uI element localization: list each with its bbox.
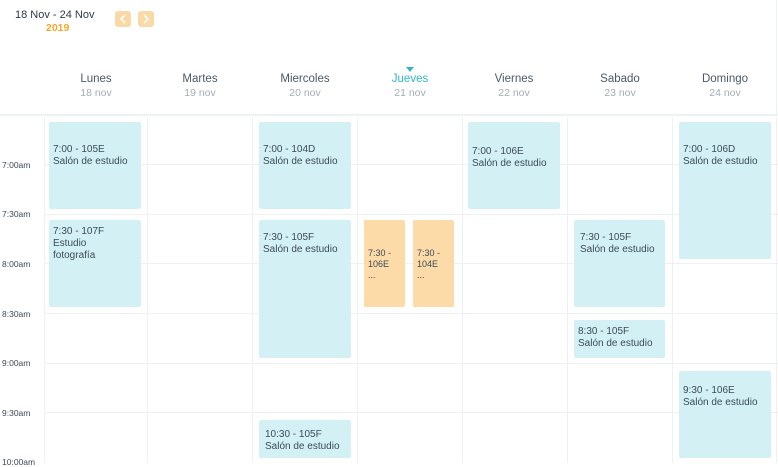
- grid-column-line: [776, 117, 777, 463]
- event-time-room: 10:30 - 105F: [265, 429, 322, 440]
- header-divider: [0, 114, 778, 117]
- time-label: 8:30am: [2, 309, 31, 319]
- day-header-jueves[interactable]: Jueves 21 nov: [357, 67, 463, 99]
- event-time: 7:30 -: [368, 248, 392, 258]
- grid-column-line: [357, 117, 358, 463]
- day-name: Jueves: [391, 73, 429, 85]
- time-label: 7:00am: [2, 160, 31, 170]
- day-name: Viernes: [494, 73, 534, 85]
- grid-line: [44, 412, 778, 413]
- grid-column-line: [44, 117, 45, 463]
- event-card-highlighted[interactable]: 7:30 - 104E ...: [413, 220, 454, 307]
- event-card[interactable]: 8:30 - 105F Salón de estudio: [574, 320, 665, 358]
- time-label: 9:00am: [2, 358, 31, 368]
- event-location: Salón de estudio: [53, 156, 128, 167]
- event-card[interactable]: 7:00 - 104D Salón de estudio: [259, 122, 351, 209]
- event-location: Salón de estudio: [580, 244, 655, 255]
- event-time-room: 7:30 - 105F: [263, 232, 315, 243]
- event-card[interactable]: 7:00 - 106E Salón de estudio: [468, 122, 560, 209]
- grid-line: [44, 263, 778, 264]
- event-card-highlighted[interactable]: 7:30 - 106E ...: [364, 220, 405, 307]
- day-date: 22 nov: [498, 87, 530, 99]
- day-header-sabado[interactable]: Sabado 23 nov: [567, 73, 673, 99]
- event-time-room: 7:30 - 107F: [53, 226, 105, 237]
- day-date: 20 nov: [289, 87, 321, 99]
- event-location: Salón de estudio: [578, 338, 653, 349]
- event-card[interactable]: 9:30 - 106E Salón de estudio: [679, 371, 771, 458]
- day-name: Lunes: [80, 73, 112, 85]
- event-time-room: 7:30 - 105F: [580, 232, 632, 243]
- event-time-room: 9:30 - 106E: [683, 385, 735, 396]
- grid-line: [44, 164, 778, 165]
- time-label: 8:00am: [2, 259, 31, 269]
- event-room: 104E: [417, 259, 439, 269]
- grid-column-line: [252, 117, 253, 463]
- event-card[interactable]: 7:30 - 105F Salón de estudio: [259, 220, 351, 358]
- event-card[interactable]: 7:00 - 105E Salón de estudio: [49, 122, 141, 209]
- day-date: 23 nov: [604, 87, 636, 99]
- event-time-room: 7:00 - 105E: [53, 144, 105, 155]
- prev-week-button[interactable]: [115, 11, 131, 27]
- day-header-lunes[interactable]: Lunes 18 nov: [43, 73, 149, 99]
- event-card[interactable]: 10:30 - 105F Salón de estudio: [259, 420, 351, 458]
- grid-line: [44, 214, 778, 215]
- day-header-viernes[interactable]: Viernes 22 nov: [461, 73, 567, 99]
- chevron-left-icon: [115, 14, 131, 24]
- event-time-room: 8:30 - 105F: [578, 326, 630, 337]
- event-location: Salón de estudio: [683, 397, 758, 408]
- event-location: Salón de estudio: [472, 158, 547, 169]
- day-date: 24 nov: [709, 87, 741, 99]
- time-label: 9:30am: [2, 408, 31, 418]
- event-location: Salón de estudio: [265, 441, 340, 452]
- day-header-martes[interactable]: Martes 19 nov: [147, 73, 253, 99]
- grid-column-line: [147, 117, 148, 463]
- time-label: 7:30am: [2, 209, 31, 219]
- day-name: Miercoles: [280, 73, 330, 85]
- event-card[interactable]: 7:30 - 105F Salón de estudio: [574, 220, 665, 307]
- grid-column-line: [672, 117, 673, 463]
- time-label: 10:00am: [2, 457, 36, 467]
- day-date: 19 nov: [184, 87, 216, 99]
- event-location: Salón de estudio: [683, 156, 758, 167]
- grid-line: [44, 313, 778, 314]
- event-card[interactable]: 7:30 - 107F Estudio fotografía: [49, 220, 141, 307]
- date-range-label: 18 Nov - 24 Nov: [15, 9, 95, 21]
- today-marker-icon: [406, 67, 414, 72]
- grid-column-line: [567, 117, 568, 463]
- grid-column-line: [462, 117, 463, 463]
- day-name: Sabado: [600, 73, 640, 85]
- event-location: Salón de estudio: [263, 244, 338, 255]
- event-time: 7:30 -: [417, 248, 441, 258]
- chevron-right-icon: [138, 14, 154, 24]
- event-location-detail: fotografía: [53, 250, 96, 261]
- event-room: 106E: [368, 259, 390, 269]
- event-time-room: 7:00 - 104D: [263, 144, 316, 155]
- day-name: Martes: [182, 73, 218, 85]
- day-date: 18 nov: [80, 87, 112, 99]
- event-more: ...: [417, 270, 425, 280]
- year-label: 2019: [46, 22, 70, 34]
- grid-line: [44, 363, 778, 364]
- day-name: Domingo: [701, 73, 749, 85]
- day-header-miercoles[interactable]: Miercoles 20 nov: [252, 73, 358, 99]
- day-header-domingo[interactable]: Domingo 24 nov: [672, 73, 778, 99]
- event-more: ...: [368, 270, 376, 280]
- event-time-room: 7:00 - 106E: [472, 146, 524, 157]
- event-location: Salón de estudio: [263, 156, 338, 167]
- next-week-button[interactable]: [138, 11, 154, 27]
- day-date: 21 nov: [394, 87, 426, 99]
- event-location: Estudio: [53, 238, 87, 249]
- event-card[interactable]: 7:00 - 106D Salón de estudio: [679, 122, 771, 259]
- event-time-room: 7:00 - 106D: [683, 144, 736, 155]
